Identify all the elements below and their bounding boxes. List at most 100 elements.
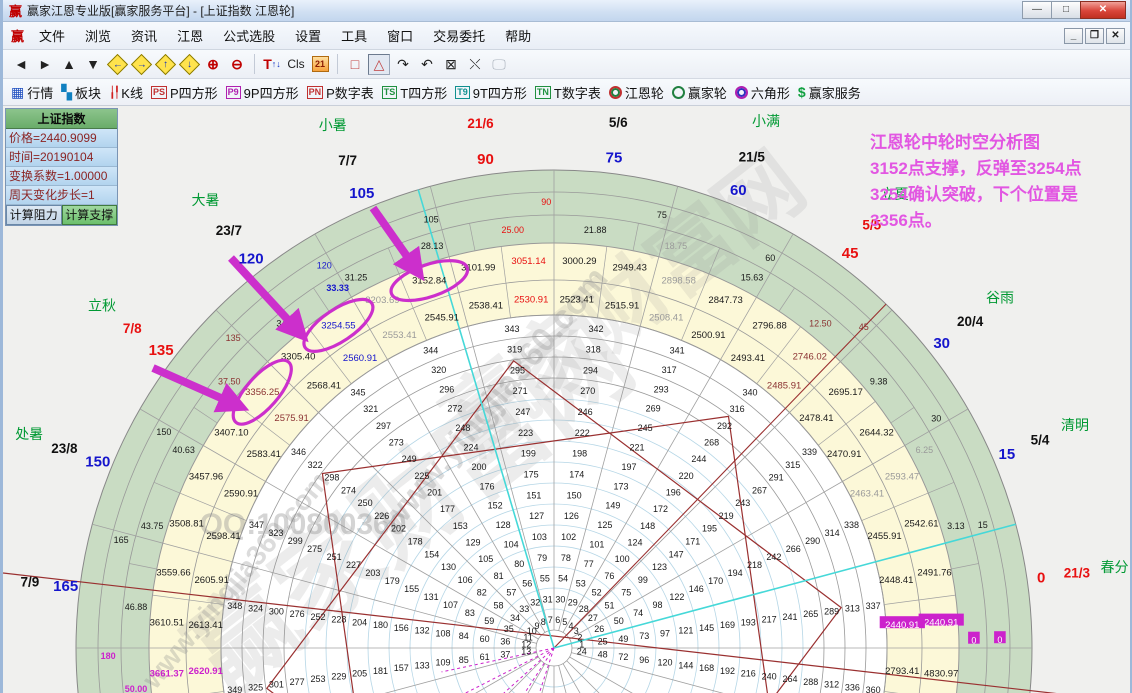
calc-resistance-button[interactable]: 计算阻力: [6, 205, 62, 225]
PS: PS: [151, 86, 167, 99]
tool-赢家轮[interactable]: 赢家轮: [672, 83, 727, 102]
spiral-number: 203: [365, 568, 380, 578]
screen-icon[interactable]: 🖵: [488, 54, 510, 75]
percent-value: 12.50: [809, 318, 832, 328]
arc-cw-icon[interactable]: ↷: [392, 54, 414, 75]
PN: PN: [307, 86, 324, 99]
spiral-number: 58: [493, 600, 503, 610]
spiral-number: 109: [435, 658, 450, 668]
outer-price-value: 2746.02: [793, 351, 827, 362]
inner-price-value: 2485.91: [767, 381, 801, 392]
tool-T四方形[interactable]: TST四方形: [382, 83, 447, 102]
inner-price-value: 2545.91: [425, 313, 459, 324]
price-field: 价格=2440.9099: [6, 129, 117, 148]
candle-icon: ╽╿: [109, 86, 118, 99]
outer-degree-label: 165: [53, 578, 78, 595]
spiral-number: 105: [478, 554, 493, 564]
spiral-number: 228: [331, 615, 346, 625]
spiral-number: 195: [702, 524, 717, 534]
date-label: 7/7: [338, 153, 357, 168]
spiral-number: 107: [443, 600, 458, 610]
zoom-in-icon[interactable]: ⊕: [202, 54, 224, 75]
spiral-number: 196: [666, 488, 681, 498]
prev-arrow-icon[interactable]: ◄: [10, 54, 32, 75]
spiral-number: 27: [588, 613, 598, 623]
spiral-number: 298: [324, 473, 339, 483]
arc-ccw-icon[interactable]: ↶: [416, 54, 438, 75]
child-close-button[interactable]: ✕: [1106, 28, 1125, 44]
menu-item-1[interactable]: 浏览: [75, 26, 121, 47]
menu-item-4[interactable]: 公式选股: [213, 26, 285, 47]
spiral-number: 318: [586, 345, 601, 355]
menu-item-3[interactable]: 江恩: [167, 26, 213, 47]
diamond-down-icon[interactable]: ↓: [178, 54, 200, 75]
tool-板块[interactable]: ▚板块: [61, 83, 101, 102]
spiral-number: 322: [308, 460, 323, 470]
date-label: 23/7: [216, 223, 242, 238]
up-triangle-icon[interactable]: ▲: [58, 54, 80, 75]
spiral-number: 317: [662, 365, 677, 375]
spiral-number: 103: [532, 532, 547, 542]
tool-9P四方形[interactable]: P99P四方形: [226, 83, 299, 102]
tool-赢家服务[interactable]: $赢家服务: [798, 83, 861, 102]
menu-item-5[interactable]: 设置: [285, 26, 331, 47]
tool-行情[interactable]: ▦行情: [11, 83, 53, 102]
spiral-number: 170: [708, 576, 723, 586]
dollar-icon: $: [798, 84, 806, 100]
tool-K线[interactable]: ╽╿K线: [109, 83, 143, 102]
child-window-icon[interactable]: 赢: [11, 26, 24, 45]
spiral-number: 120: [657, 658, 672, 668]
down-triangle-icon[interactable]: ▼: [82, 54, 104, 75]
next-arrow-icon[interactable]: ►: [34, 54, 56, 75]
calc-support-button[interactable]: 计算支撑: [62, 205, 118, 225]
percent-value: 6.25: [916, 445, 934, 455]
tool-P四方形[interactable]: PSP四方形: [151, 83, 218, 102]
box-x-icon[interactable]: ⊠: [440, 54, 462, 75]
calendar-icon[interactable]: 21: [309, 54, 331, 75]
outer-degree-label: 0: [1037, 570, 1045, 587]
menu-item-9[interactable]: 帮助: [495, 26, 541, 47]
outer-price-value: 3508.81: [169, 518, 203, 529]
tool-T数字表[interactable]: TNT数字表: [535, 83, 601, 102]
child-minimize-button[interactable]: _: [1064, 28, 1083, 44]
spiral-number: 61: [480, 652, 490, 662]
spiral-number: 104: [504, 540, 519, 550]
spiral-number: 266: [786, 544, 801, 554]
spiral-number: 221: [629, 443, 644, 453]
winner-wheel-icon: [672, 86, 685, 99]
tool-六角形[interactable]: 六角形: [735, 83, 790, 102]
degree-value: 105: [424, 214, 439, 224]
tool-9T四方形[interactable]: T99T四方形: [455, 83, 527, 102]
tool-P数字表[interactable]: PNP数字表: [307, 83, 374, 102]
zoom-out-icon[interactable]: ⊖: [226, 54, 248, 75]
triangle-tool-icon[interactable]: △: [368, 54, 390, 75]
minimize-button[interactable]: —: [1022, 1, 1052, 19]
menu-item-8[interactable]: 交易委托: [423, 26, 495, 47]
cls-button[interactable]: Cls: [285, 54, 307, 75]
crosshair-icon[interactable]: ⤬: [464, 54, 486, 75]
quote-grid-icon: ▦: [11, 84, 24, 101]
tool-label: 赢家轮: [688, 83, 727, 102]
menu-item-6[interactable]: 工具: [331, 26, 377, 47]
menu-item-2[interactable]: 资讯: [121, 26, 167, 47]
diamond-left-icon[interactable]: ←: [106, 54, 128, 75]
tool-江恩轮[interactable]: 江恩轮: [609, 83, 664, 102]
degree-value: 165: [114, 535, 129, 545]
diamond-right-icon[interactable]: →: [130, 54, 152, 75]
spiral-number: 32: [530, 598, 540, 608]
spiral-number: 245: [638, 423, 653, 433]
spiral-number: 80: [514, 559, 524, 569]
diamond-up-icon[interactable]: ↑: [154, 54, 176, 75]
menu-item-7[interactable]: 窗口: [377, 26, 423, 47]
spiral-number: 50: [614, 616, 624, 626]
square-tool-icon[interactable]: □: [344, 54, 366, 75]
spiral-number: 56: [522, 578, 532, 588]
close-button[interactable]: ✕: [1080, 1, 1126, 19]
menu-item-0[interactable]: 文件: [29, 26, 75, 47]
child-restore-button[interactable]: ❐: [1085, 28, 1104, 44]
price-axis-icon[interactable]: T↑↓: [261, 54, 283, 75]
inner-price-value: 2508.41: [649, 313, 683, 324]
spiral-number: 106: [458, 575, 473, 585]
maximize-button[interactable]: □: [1051, 1, 1081, 19]
spiral-number: 275: [307, 544, 322, 554]
